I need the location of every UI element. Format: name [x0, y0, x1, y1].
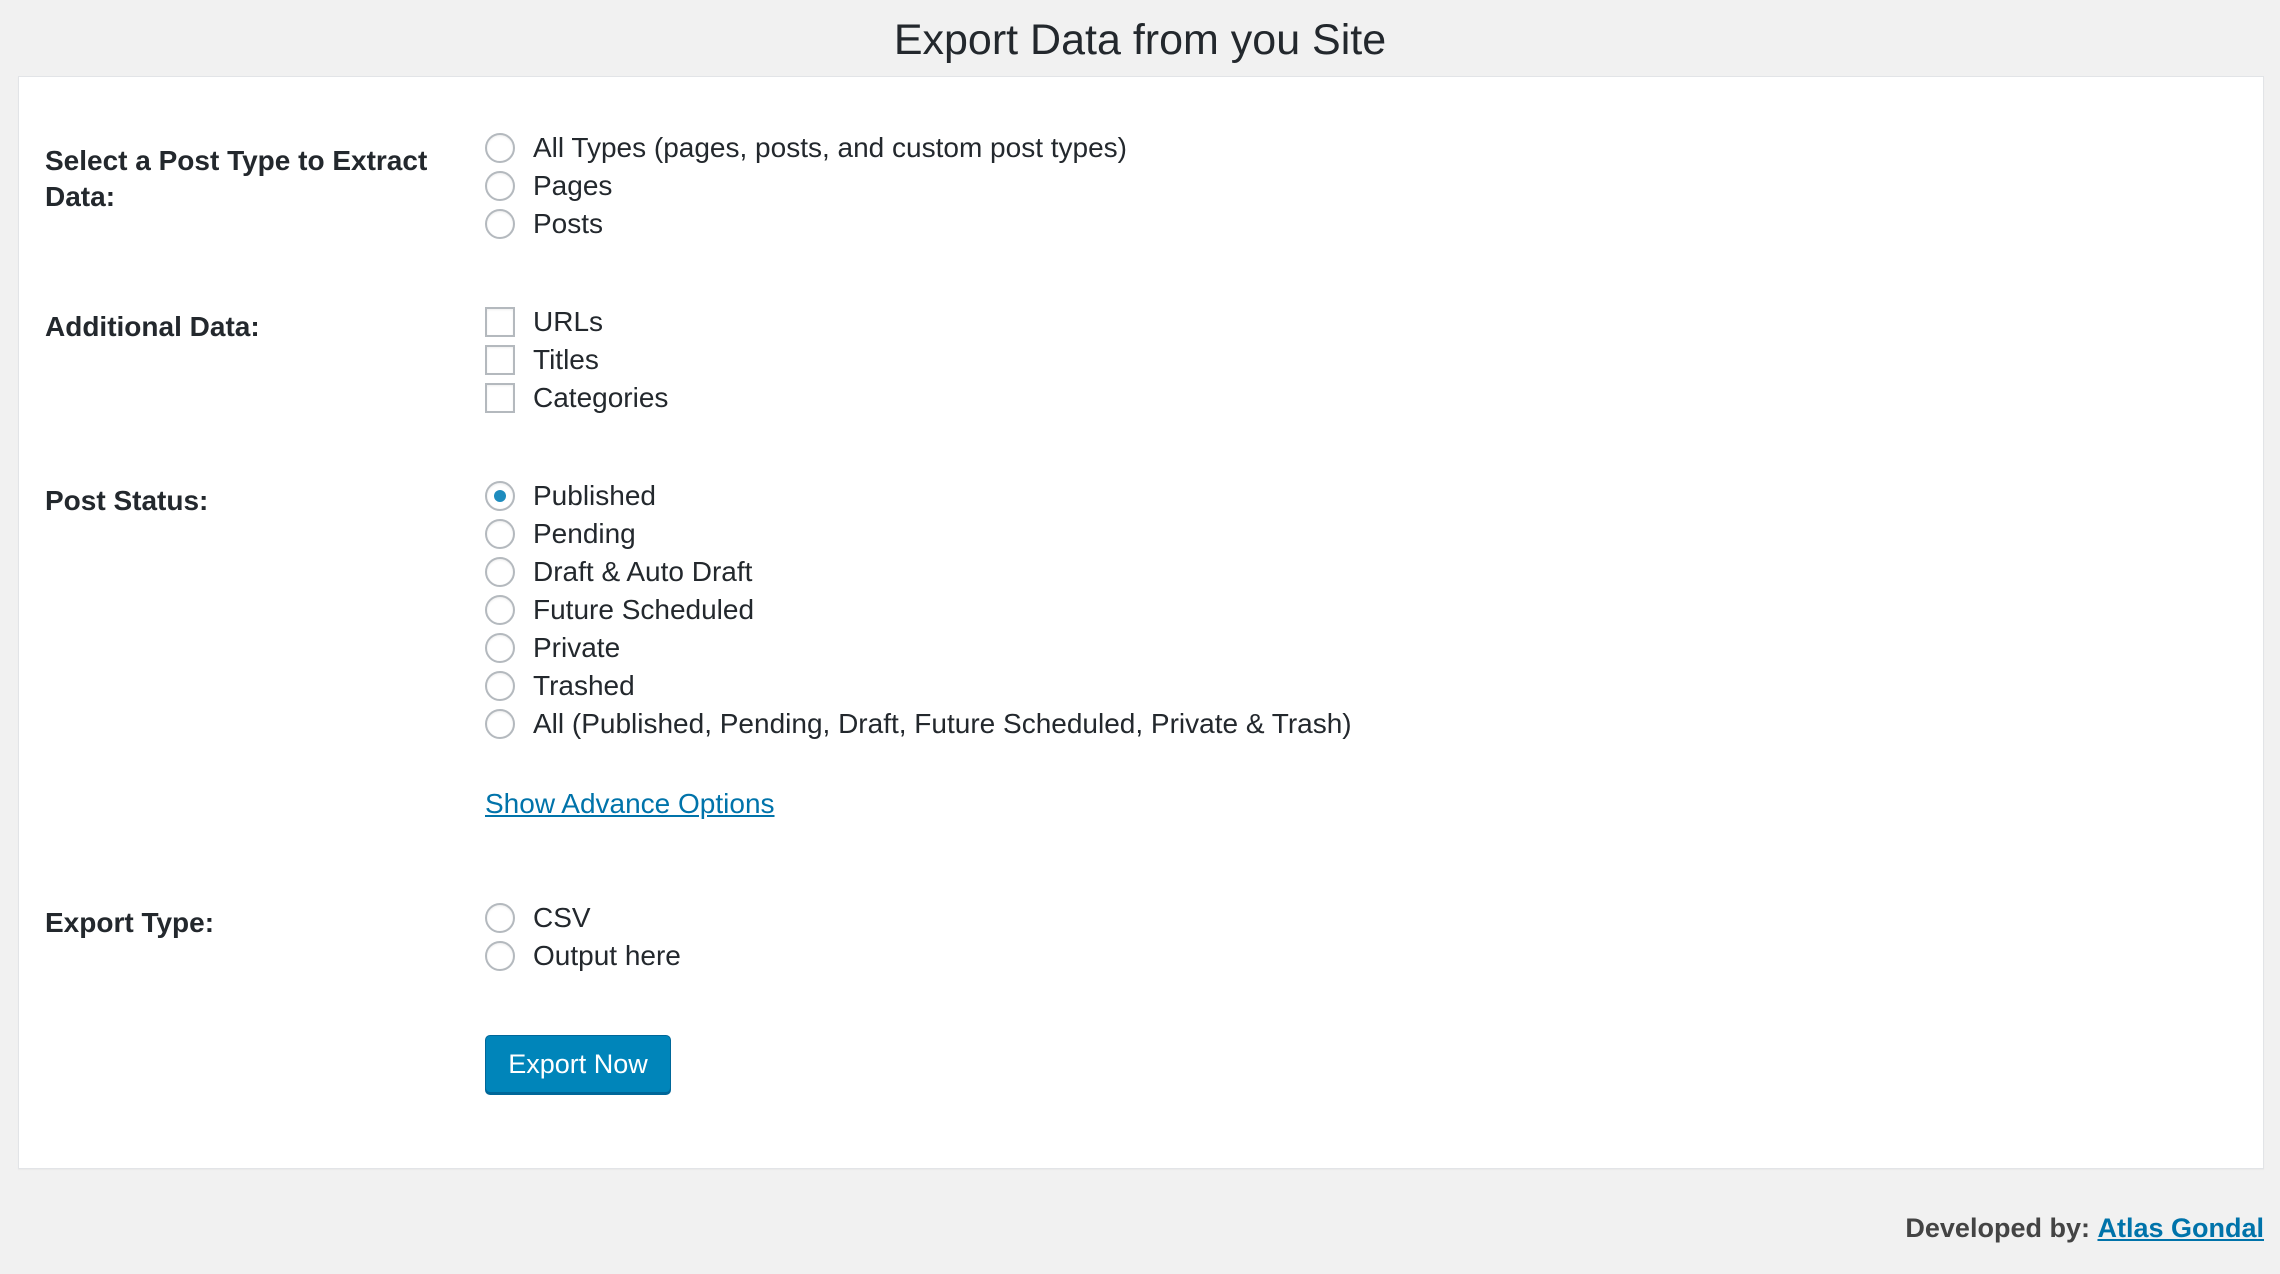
additional-option-urls[interactable]: URLs [485, 303, 668, 341]
option-label: Future Scheduled [533, 594, 755, 625]
status-option-published[interactable]: Published [485, 477, 1352, 515]
option-label: Output here [533, 940, 681, 971]
post-status-label: Post Status: [45, 485, 209, 516]
export-type-options: CSV Output here [485, 899, 681, 975]
option-label: Private [533, 632, 621, 663]
radio-button[interactable] [485, 941, 515, 971]
radio-button[interactable] [485, 519, 515, 549]
option-label: Titles [533, 344, 599, 375]
option-label: Trashed [533, 670, 635, 701]
status-option-pending[interactable]: Pending [485, 515, 1352, 553]
option-label: Pending [533, 518, 636, 549]
export-form-panel: Select a Post Type to Extract Data: All … [18, 76, 2264, 1169]
checkbox[interactable] [485, 383, 515, 413]
option-label: URLs [533, 306, 604, 337]
option-label: Posts [533, 208, 604, 239]
additional-data-label: Additional Data: [45, 311, 260, 342]
post-type-options: All Types (pages, posts, and custom post… [485, 129, 1127, 243]
page-title: Export Data from you Site [893, 16, 1387, 64]
post-type-option-posts[interactable]: Posts [485, 205, 1127, 243]
radio-button[interactable] [485, 633, 515, 663]
export-now-button[interactable]: Export Now [485, 1035, 671, 1093]
radio-button[interactable] [485, 209, 515, 239]
export-type-label: Export Type: [45, 907, 215, 938]
option-label: Published [533, 480, 656, 511]
developed-by-label: Developed by: [1905, 1213, 2090, 1243]
author-link[interactable]: Atlas Gondal [2097, 1213, 2264, 1243]
status-option-private[interactable]: Private [485, 629, 1352, 667]
option-label: Draft & Auto Draft [533, 556, 753, 587]
option-label: All Types (pages, posts, and custom post… [533, 132, 1128, 163]
radio-button[interactable] [485, 595, 515, 625]
radio-button[interactable] [485, 671, 515, 701]
post-type-option-all[interactable]: All Types (pages, posts, and custom post… [485, 129, 1127, 167]
post-type-option-pages[interactable]: Pages [485, 167, 1127, 205]
additional-option-categories[interactable]: Categories [485, 379, 668, 417]
additional-data-options: URLs Titles Categories [485, 303, 668, 417]
show-advance-options-link[interactable]: Show Advance Options [485, 785, 775, 823]
checkbox[interactable] [485, 345, 515, 375]
option-label: All (Published, Pending, Draft, Future S… [533, 708, 1352, 739]
radio-button[interactable] [485, 133, 515, 163]
radio-button[interactable] [485, 557, 515, 587]
status-option-trashed[interactable]: Trashed [485, 667, 1352, 705]
radio-button[interactable] [485, 903, 515, 933]
status-option-all[interactable]: All (Published, Pending, Draft, Future S… [485, 705, 1352, 743]
option-label: Pages [533, 170, 613, 201]
option-label: CSV [533, 902, 591, 933]
export-option-csv[interactable]: CSV [485, 899, 681, 937]
additional-option-titles[interactable]: Titles [485, 341, 668, 379]
radio-button[interactable] [485, 171, 515, 201]
footer-credit: Developed by: Atlas Gondal [1905, 1210, 2264, 1246]
status-option-future[interactable]: Future Scheduled [485, 591, 1352, 629]
export-page: Export Data from you Site Select a Post … [0, 0, 2280, 1274]
post-status-options: Published Pending Draft & Auto Draft Fut… [485, 477, 1352, 743]
export-option-output-here[interactable]: Output here [485, 937, 681, 975]
radio-button[interactable] [485, 709, 515, 739]
radio-button[interactable] [485, 481, 515, 511]
option-label: Categories [533, 382, 669, 413]
checkbox[interactable] [485, 307, 515, 337]
post-type-label: Select a Post Type to Extract Data: [45, 145, 428, 212]
status-option-draft[interactable]: Draft & Auto Draft [485, 553, 1352, 591]
